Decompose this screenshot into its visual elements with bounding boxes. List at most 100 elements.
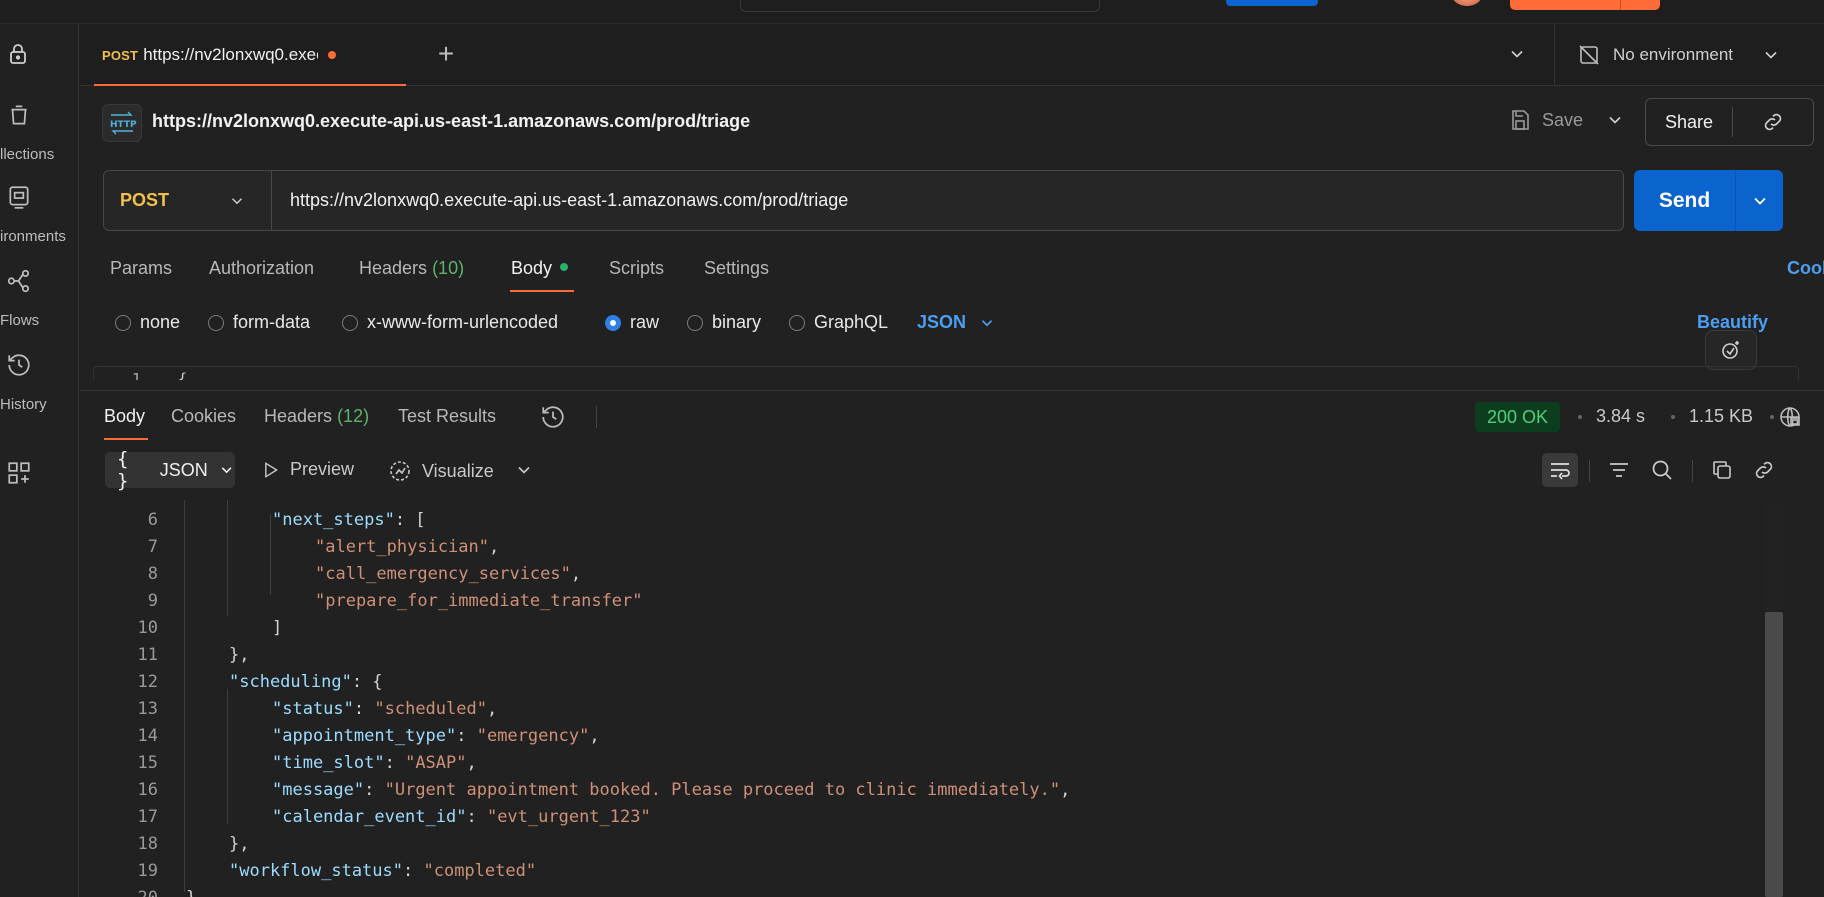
upgrade-button[interactable]: [1510, 0, 1660, 10]
visualize-button[interactable]: Visualize: [388, 459, 494, 483]
line-number: 12: [137, 672, 158, 692]
body-option-raw[interactable]: raw: [605, 312, 659, 333]
history-icon: [8, 354, 30, 376]
environment-selector[interactable]: No environment: [1554, 24, 1824, 86]
body-option-form-data[interactable]: form-data: [208, 312, 310, 333]
radio[interactable]: [789, 314, 805, 331]
sidebar-item-collections[interactable]: llections: [0, 102, 79, 163]
network-info-button[interactable]: [1778, 405, 1802, 434]
line-number: 10: [137, 618, 158, 638]
http-icon: HTTP: [102, 104, 142, 142]
save-icon: [1512, 110, 1529, 130]
response-time[interactable]: 3.84 s: [1596, 406, 1645, 427]
response-size[interactable]: 1.15 KB: [1689, 406, 1753, 427]
sidebar-item-lock[interactable]: [0, 42, 79, 66]
chevron-down-icon[interactable]: [1605, 110, 1625, 130]
request-title[interactable]: https://nv2lonxwq0.execute-api.us-east-1…: [152, 111, 750, 132]
view-options-dropdown[interactable]: [514, 460, 534, 485]
response-tab-test-results[interactable]: Test Results: [398, 406, 496, 427]
copy-icon: [1713, 461, 1731, 479]
cookies-link[interactable]: Cookies: [1787, 258, 1824, 279]
copy-link-button[interactable]: [1733, 110, 1813, 134]
sidebar-item-history[interactable]: History: [0, 352, 79, 413]
tab-title: https://nv2lonxwq0.execute-api.us-east-1…: [143, 45, 318, 64]
headers-count: (10): [432, 258, 465, 278]
line-number: 18: [137, 834, 158, 854]
send-button[interactable]: Send: [1634, 170, 1783, 231]
radio-selected[interactable]: [605, 314, 621, 331]
tab-headers[interactable]: Headers (10): [359, 258, 464, 279]
code-text: },: [229, 645, 250, 665]
copy-button[interactable]: [1710, 458, 1734, 487]
method-select[interactable]: POST: [104, 171, 272, 230]
body-option-binary[interactable]: binary: [687, 312, 761, 333]
radio[interactable]: [342, 314, 358, 331]
code-line: 17 "calendar_event_id": "evt_urgent_123": [80, 804, 1760, 831]
line-number: 11: [137, 645, 158, 665]
filter-button[interactable]: [1607, 458, 1631, 487]
scrollbar-thumb[interactable]: [1765, 612, 1783, 897]
code-line: 15 "time_slot": "ASAP",: [80, 750, 1760, 777]
response-format-select[interactable]: { } JSON: [105, 448, 235, 492]
radio[interactable]: [115, 314, 131, 331]
response-tab-body[interactable]: Body: [104, 406, 145, 427]
request-tab[interactable]: POST https://nv2lonxwq0.execute-api.us-e…: [94, 24, 406, 86]
method-value: POST: [120, 190, 170, 210]
code-text: "status": "scheduled",: [272, 699, 498, 719]
copy-link-button[interactable]: [1752, 458, 1776, 487]
sidebar-item-flows[interactable]: Flows: [0, 268, 79, 329]
option-label: none: [140, 312, 181, 332]
code-text: "calendar_event_id": "evt_urgent_123": [272, 807, 651, 827]
invite-button[interactable]: [1226, 0, 1318, 6]
status-badge[interactable]: 200 OK: [1475, 402, 1561, 432]
tab-params[interactable]: Params: [110, 258, 172, 279]
preview-button[interactable]: Preview: [260, 459, 354, 480]
send-label: Send: [1658, 188, 1711, 212]
radio[interactable]: [687, 314, 703, 331]
tabs-dropdown[interactable]: [1507, 44, 1527, 69]
raw-format-select[interactable]: JSON: [917, 312, 996, 333]
code-line: 7 "alert_physician",: [80, 534, 1760, 561]
search-button[interactable]: [1650, 458, 1674, 487]
share-button[interactable]: Share: [1645, 98, 1814, 146]
code-text: "call_emergency_services",: [315, 564, 582, 584]
chevron-down-icon: [518, 466, 530, 474]
tab-label: Headers: [359, 258, 428, 278]
tab-scripts[interactable]: Scripts: [609, 258, 664, 279]
tab-body[interactable]: Body: [511, 258, 569, 279]
radio[interactable]: [208, 314, 224, 331]
link-icon: [1755, 461, 1773, 479]
response-body-viewer[interactable]: 6 "next_steps": [7 "alert_physician", 8 "cal…: [80, 500, 1785, 897]
body-option-none[interactable]: none: [115, 312, 180, 333]
response-history-button[interactable]: [540, 404, 566, 435]
response-tab-headers[interactable]: Headers (12): [264, 406, 369, 427]
response-tabs: Body Cookies Headers (12) Test Results 2…: [80, 392, 1824, 440]
body-option-graphql[interactable]: GraphQL: [789, 312, 888, 333]
line-number: 8: [147, 564, 158, 584]
code-line: 19 "workflow_status": "completed": [80, 858, 1760, 885]
body-option-urlencoded[interactable]: x-www-form-urlencoded: [342, 312, 558, 333]
tab-label: Settings: [704, 258, 770, 278]
global-search-box[interactable]: [740, 0, 1100, 12]
flows-icon: [7, 269, 30, 293]
tab-label: Params: [110, 258, 173, 278]
save-button[interactable]: Save: [1508, 108, 1625, 132]
code-line: 12 "scheduling": {: [80, 669, 1760, 696]
avatar[interactable]: [1452, 0, 1482, 6]
filter-icon: [1610, 463, 1628, 477]
ai-assistant-button[interactable]: [1705, 330, 1757, 370]
chevron-down-icon: [221, 467, 232, 474]
tab-authorization[interactable]: Authorization: [209, 258, 314, 279]
chevron-down-icon: [981, 319, 993, 326]
line-number: 6: [147, 510, 158, 530]
wrap-lines-button[interactable]: [1542, 453, 1578, 487]
tab-settings[interactable]: Settings: [704, 258, 769, 279]
new-tab-button[interactable]: +: [432, 40, 460, 69]
send-options-dropdown[interactable]: [1736, 191, 1783, 211]
sidebar-item-apps[interactable]: [0, 460, 79, 486]
response-tab-cookies[interactable]: Cookies: [171, 406, 236, 427]
pane-resizer[interactable]: [80, 390, 1824, 391]
request-body-editor[interactable]: 1 {: [93, 366, 1799, 380]
sidebar-item-environments[interactable]: ironments: [0, 184, 79, 245]
url-input[interactable]: https://nv2lonxwq0.execute-api.us-east-1…: [272, 190, 848, 211]
